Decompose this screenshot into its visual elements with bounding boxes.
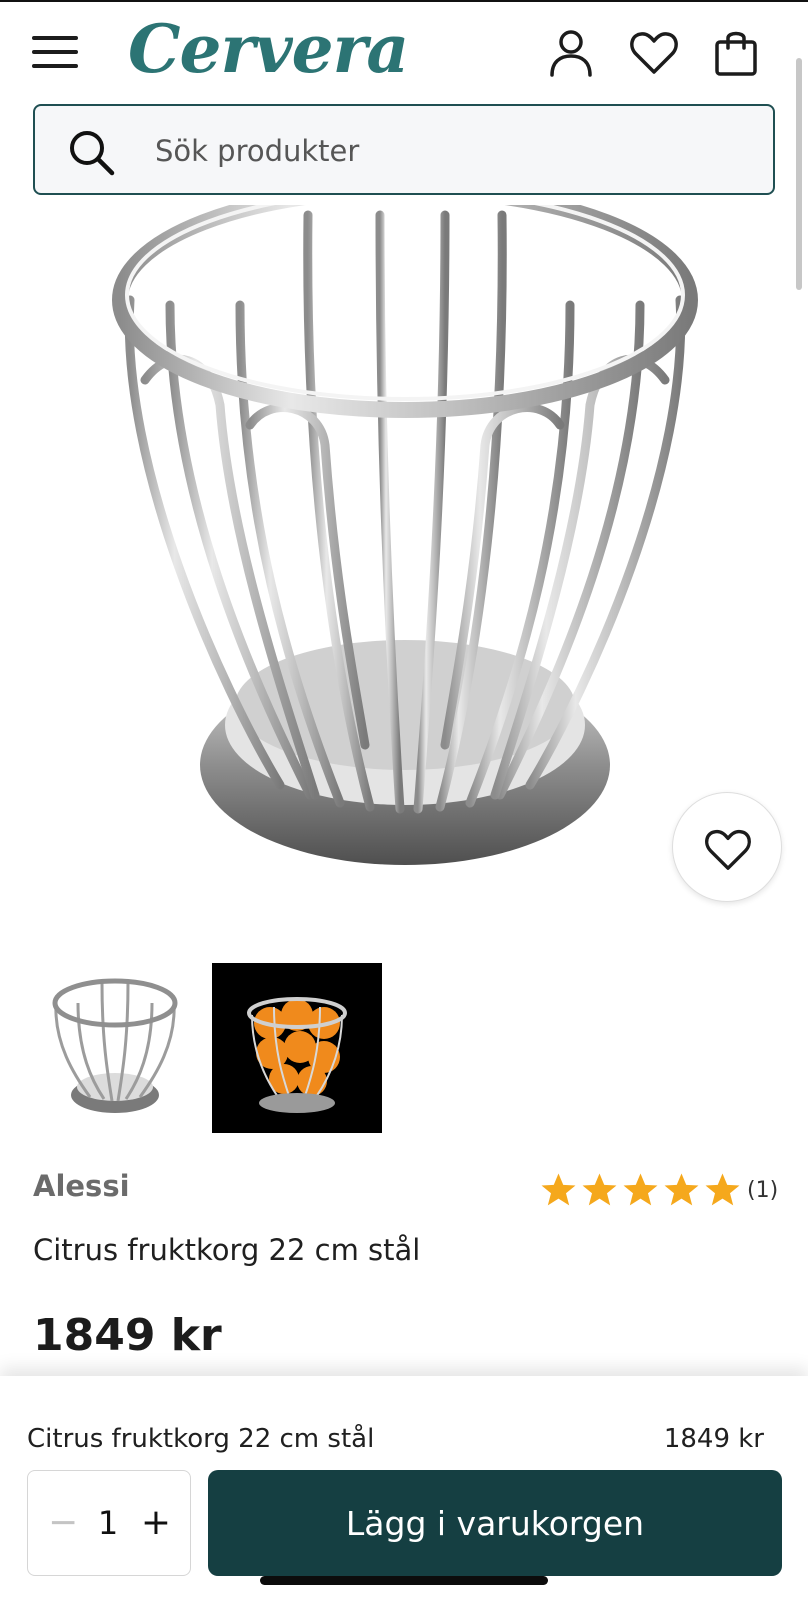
product-rating[interactable]: (1) — [540, 1170, 778, 1210]
add-to-wishlist-button[interactable] — [672, 792, 782, 902]
site-header: Cervera — [0, 2, 808, 98]
heart-icon[interactable] — [626, 24, 682, 80]
thumbnail-steel-basket[interactable] — [30, 963, 200, 1133]
hamburger-menu-icon[interactable] — [30, 30, 80, 76]
product-price: 1849 kr — [33, 1310, 222, 1361]
heart-outline-icon — [705, 829, 751, 870]
quantity-decrease-button[interactable]: − — [48, 1501, 78, 1545]
site-logo[interactable]: Cervera — [128, 4, 409, 94]
sticky-product-price: 1849 kr — [663, 1424, 764, 1454]
quantity-stepper: − + — [27, 1470, 191, 1576]
star-icon — [623, 1173, 658, 1206]
sticky-product-title: Citrus fruktkorg 22 cm stål — [27, 1424, 375, 1454]
quantity-increase-button[interactable]: + — [138, 1501, 174, 1545]
sticky-add-to-cart-bar: Citrus fruktkorg 22 cm stål 1849 kr − + … — [0, 1376, 808, 1600]
product-title: Citrus fruktkorg 22 cm stål — [33, 1233, 421, 1267]
home-indicator — [260, 1576, 548, 1585]
shopping-bag-icon[interactable] — [708, 24, 764, 80]
product-main-image[interactable] — [100, 182, 720, 905]
quantity-input[interactable] — [90, 1501, 126, 1545]
add-to-cart-button[interactable]: Lägg i varukorgen — [208, 1470, 782, 1576]
star-icon — [664, 1173, 699, 1206]
search-bar[interactable] — [33, 104, 775, 195]
search-icon — [70, 131, 115, 176]
star-icon — [705, 1173, 740, 1206]
search-input[interactable] — [155, 128, 755, 174]
star-icon — [541, 1173, 576, 1206]
star-icon — [582, 1173, 617, 1206]
rating-count: (1) — [747, 1177, 779, 1203]
user-icon[interactable] — [543, 24, 599, 80]
scrollbar[interactable] — [796, 58, 802, 290]
thumbnail-basket-with-oranges[interactable] — [212, 963, 382, 1133]
product-brand[interactable]: Alessi — [33, 1169, 130, 1203]
